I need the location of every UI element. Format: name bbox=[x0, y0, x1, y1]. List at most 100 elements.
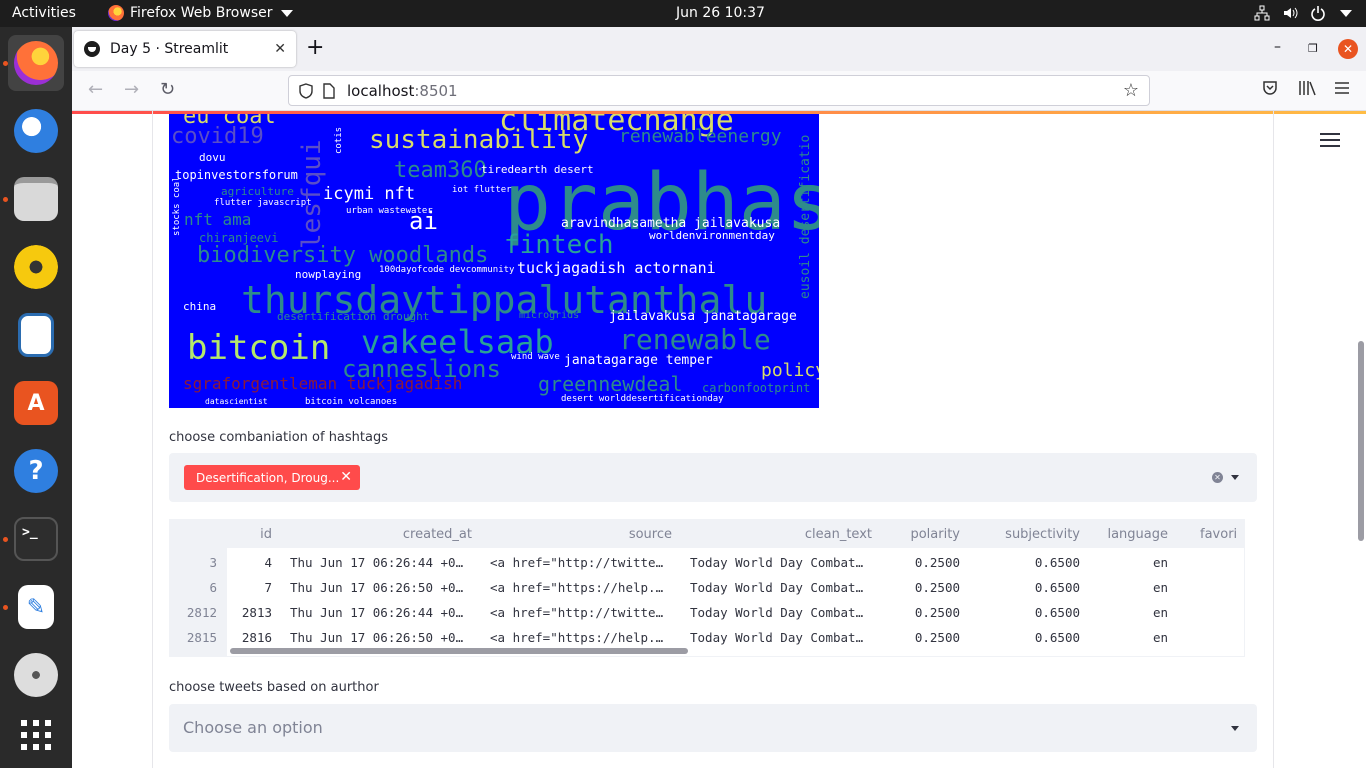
forward-button[interactable]: → bbox=[124, 80, 139, 100]
table-cell[interactable]: <a href="http://twitte… bbox=[490, 605, 663, 620]
table-cell[interactable]: <a href="http://twitte… bbox=[490, 555, 663, 570]
tweets-dataframe[interactable]: id created_at source clean_text polarity subj… bbox=[169, 519, 1245, 657]
menu-icon[interactable] bbox=[1334, 80, 1350, 96]
chip-label: Desertification, Droug... bbox=[196, 470, 340, 485]
chevron-down-icon[interactable] bbox=[1231, 726, 1239, 731]
table-cell[interactable]: Thu Jun 17 06:26:50 +0… bbox=[290, 630, 463, 645]
activities-button[interactable]: Activities bbox=[12, 5, 76, 21]
table-cell[interactable]: <a href="https://help.… bbox=[490, 580, 663, 595]
table-cell[interactable]: en bbox=[1153, 555, 1168, 570]
table-cell[interactable]: en bbox=[1153, 580, 1168, 595]
dock-software[interactable]: A bbox=[8, 375, 64, 431]
table-cell[interactable]: Thu Jun 17 06:26:44 +0… bbox=[290, 605, 463, 620]
column-header[interactable]: language bbox=[1107, 527, 1168, 542]
table-cell[interactable]: Thu Jun 17 06:26:50 +0… bbox=[290, 580, 463, 595]
wordcloud-word: bitcoin volcanoes bbox=[305, 397, 398, 407]
shield-icon[interactable] bbox=[299, 82, 313, 99]
hashtag-multiselect[interactable]: Desertification, Droug... ✕ ✕ bbox=[169, 453, 1257, 502]
back-button[interactable]: ← bbox=[88, 80, 103, 100]
wordcloud-word: microgrids bbox=[519, 310, 580, 321]
dock: A ? >_ ✎ bbox=[0, 27, 72, 768]
running-indicator bbox=[3, 537, 8, 542]
dock-files[interactable] bbox=[3, 171, 64, 227]
table-cell[interactable]: 0.2500 bbox=[915, 555, 960, 570]
wordcloud-word: policy bbox=[761, 360, 819, 381]
table-cell[interactable]: 0.2500 bbox=[915, 630, 960, 645]
vertical-scrollbar[interactable] bbox=[1358, 341, 1364, 541]
table-cell[interactable]: 7 bbox=[264, 580, 272, 595]
table-cell[interactable]: Today World Day Combat… bbox=[690, 555, 863, 570]
url-bar[interactable]: localhost:8501 ☆ bbox=[288, 75, 1150, 106]
wordcloud-word: team360 bbox=[394, 158, 487, 183]
table-cell[interactable]: 0.6500 bbox=[1035, 555, 1080, 570]
wordcloud-word: datascientist bbox=[205, 397, 268, 406]
rhythmbox-icon bbox=[14, 245, 58, 289]
row-index: 3 bbox=[209, 555, 217, 570]
column-header[interactable]: favori bbox=[1200, 527, 1237, 542]
author-select[interactable]: Choose an option bbox=[169, 704, 1257, 752]
author-select-placeholder: Choose an option bbox=[183, 718, 323, 737]
pocket-icon[interactable] bbox=[1262, 80, 1278, 96]
table-cell[interactable]: 0.6500 bbox=[1035, 630, 1080, 645]
dataframe-header bbox=[170, 520, 1244, 548]
table-cell[interactable]: 0.2500 bbox=[915, 580, 960, 595]
dock-text-editor[interactable]: ✎ bbox=[3, 579, 64, 635]
clear-all-icon[interactable]: ✕ bbox=[1212, 472, 1223, 483]
system-tray[interactable] bbox=[1254, 5, 1352, 21]
minimize-button[interactable]: – bbox=[1274, 39, 1281, 55]
table-cell[interactable]: en bbox=[1153, 605, 1168, 620]
library-icon[interactable] bbox=[1298, 80, 1316, 96]
table-cell[interactable]: 0.6500 bbox=[1035, 605, 1080, 620]
dock-disc[interactable] bbox=[8, 647, 64, 703]
column-header[interactable]: polarity bbox=[910, 527, 960, 542]
column-header[interactable]: subjectivity bbox=[1005, 527, 1080, 542]
streamlit-menu-button[interactable] bbox=[1320, 133, 1340, 151]
table-cell[interactable]: 2813 bbox=[242, 605, 272, 620]
horizontal-scrollbar[interactable] bbox=[230, 648, 688, 654]
column-header[interactable]: clean_text bbox=[805, 527, 872, 542]
close-tab-icon[interactable]: ✕ bbox=[274, 41, 286, 57]
streamlit-app: prabhas thursdaytippalutanthalu vakeelsaab… bbox=[72, 111, 1366, 768]
table-cell[interactable]: Thu Jun 17 06:26:44 +0… bbox=[290, 555, 463, 570]
wordcloud-word: urban wastewater bbox=[346, 206, 433, 216]
new-tab-button[interactable]: + bbox=[306, 37, 324, 59]
table-cell[interactable]: 2816 bbox=[242, 630, 272, 645]
chevron-down-icon[interactable] bbox=[1231, 475, 1239, 480]
table-cell[interactable]: Today World Day Combat… bbox=[690, 580, 863, 595]
table-cell[interactable]: Today World Day Combat… bbox=[690, 630, 863, 645]
table-cell[interactable]: 4 bbox=[264, 555, 272, 570]
selected-tag-chip[interactable]: Desertification, Droug... ✕ bbox=[184, 465, 360, 490]
table-cell[interactable]: <a href="https://help.… bbox=[490, 630, 663, 645]
volume-icon bbox=[1284, 7, 1298, 19]
clock[interactable]: Jun 26 10:37 bbox=[676, 5, 765, 21]
browser-tab[interactable]: Day 5 · Streamlit ✕ bbox=[74, 31, 296, 67]
bookmark-star-icon[interactable]: ☆ bbox=[1123, 80, 1139, 101]
restore-button[interactable]: ❐ bbox=[1308, 42, 1318, 55]
wordcloud-image: prabhas thursdaytippalutanthalu vakeelsaab… bbox=[169, 114, 819, 408]
reload-button[interactable]: ↻ bbox=[160, 80, 175, 100]
wordcloud-word: renewable bbox=[619, 323, 771, 356]
dock-terminal[interactable]: >_ bbox=[3, 511, 64, 567]
dock-help[interactable]: ? bbox=[8, 443, 64, 499]
column-header[interactable]: id bbox=[260, 527, 272, 542]
wordcloud-word: dovu bbox=[199, 151, 226, 164]
url-host: localhost bbox=[347, 81, 415, 100]
table-cell[interactable]: Today World Day Combat… bbox=[690, 605, 863, 620]
column-header[interactable]: source bbox=[629, 527, 672, 542]
table-cell[interactable]: 0.6500 bbox=[1035, 580, 1080, 595]
wordcloud-word: fintech bbox=[504, 230, 614, 260]
remove-tag-icon[interactable]: ✕ bbox=[340, 469, 352, 485]
close-window-button[interactable]: ✕ bbox=[1338, 39, 1358, 59]
page-info-icon[interactable] bbox=[323, 82, 335, 99]
dock-rhythmbox[interactable] bbox=[8, 239, 64, 295]
table-cell[interactable]: en bbox=[1153, 630, 1168, 645]
column-header[interactable]: created_at bbox=[403, 527, 472, 542]
wordcloud-word: desert worlddesertificationday bbox=[561, 394, 724, 404]
software-center-icon: A bbox=[14, 381, 58, 425]
table-cell[interactable]: 0.2500 bbox=[915, 605, 960, 620]
dock-writer[interactable] bbox=[8, 307, 64, 363]
dock-firefox[interactable] bbox=[3, 35, 64, 91]
app-menu[interactable]: Firefox Web Browser bbox=[108, 5, 293, 21]
dock-app-grid[interactable] bbox=[8, 707, 64, 763]
dock-thunderbird[interactable] bbox=[8, 103, 64, 159]
